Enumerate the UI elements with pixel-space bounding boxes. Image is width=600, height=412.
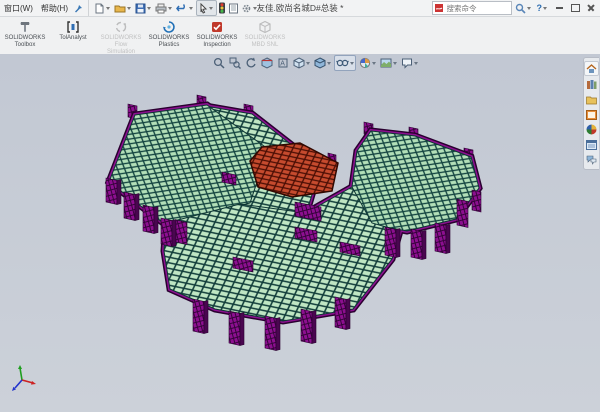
file-explorer-icon[interactable] xyxy=(585,93,598,106)
view-orientation-icon[interactable] xyxy=(292,56,311,70)
ribbon-button-plastics[interactable]: SOLIDWORKS Plastics xyxy=(146,19,192,49)
restore-button[interactable] xyxy=(568,2,582,15)
graphics-viewport[interactable]: A xyxy=(0,54,600,412)
ribbon-button-mbd-snl: SOLIDWORKS MBD SNL xyxy=(242,19,288,49)
view-settings-icon[interactable] xyxy=(400,56,419,70)
ribbon-button-tolanalyst[interactable]: TolAnalyst xyxy=(50,19,96,42)
ribbon-label: SOLIDWORKS Inspection xyxy=(197,35,238,49)
ribbon-label: SOLIDWORKS Toolbox xyxy=(5,35,46,49)
inspection-icon xyxy=(210,19,224,34)
solidworks-resources-icon[interactable] xyxy=(584,61,599,76)
menu-help[interactable]: 帮助(H) xyxy=(37,3,72,14)
ribbon-label: SOLIDWORKS Flow Simulation xyxy=(101,35,142,56)
dynamic-annotation-views-icon[interactable]: A xyxy=(276,56,290,70)
zoom-to-fit-icon[interactable] xyxy=(212,56,226,70)
title-bar: 窗口(W) 帮助(H) xyxy=(0,0,600,17)
design-library-icon[interactable] xyxy=(585,78,598,91)
task-pane-tabs xyxy=(583,57,599,170)
file-properties-icon[interactable] xyxy=(227,1,240,15)
toolbox-icon xyxy=(18,19,32,34)
plastics-icon xyxy=(162,19,176,34)
solidworks-window: 窗口(W) 帮助(H) xyxy=(0,0,600,412)
search-magnifier-icon[interactable] xyxy=(514,1,534,15)
ribbon-button-inspection[interactable]: SOLIDWORKS Inspection xyxy=(194,19,240,49)
menu-window[interactable]: 窗口(W) xyxy=(0,3,37,14)
section-view-icon[interactable] xyxy=(260,56,274,70)
ribbon-label: SOLIDWORKS Plastics xyxy=(149,35,190,49)
flow-simulation-icon xyxy=(114,19,128,34)
solidworks-forum-icon[interactable] xyxy=(585,153,598,166)
appearances-scenes-icon[interactable] xyxy=(585,123,598,136)
command-manager-ribbon: SOLIDWORKS Toolbox TolAnalyst SOLIDWORKS… xyxy=(0,17,600,56)
previous-view-icon[interactable] xyxy=(244,56,258,70)
custom-properties-icon[interactable] xyxy=(585,138,598,151)
rebuild-traffic-light-icon[interactable] xyxy=(217,1,227,15)
options-gear-icon[interactable] xyxy=(240,1,260,15)
search-input[interactable] xyxy=(445,3,507,14)
mbd-snl-icon xyxy=(258,19,272,34)
stair-core-formwork xyxy=(250,143,338,197)
pin-icon[interactable] xyxy=(72,2,84,14)
undo-icon[interactable] xyxy=(175,1,196,15)
svg-text:A: A xyxy=(280,61,285,68)
edit-appearance-icon[interactable] xyxy=(358,56,377,70)
tolanalyst-icon xyxy=(66,19,80,34)
select-cursor-icon[interactable] xyxy=(196,0,217,16)
help-button[interactable]: ? xyxy=(536,1,551,15)
solidworks-badge-icon xyxy=(435,4,443,12)
ribbon-button-toolbox[interactable]: SOLIDWORKS Toolbox xyxy=(2,19,48,49)
headsup-view-toolbar: A xyxy=(212,56,419,70)
command-search[interactable] xyxy=(432,1,512,15)
minimize-button[interactable] xyxy=(552,2,566,15)
zoom-to-area-icon[interactable] xyxy=(228,56,242,70)
display-style-icon[interactable] xyxy=(313,56,332,70)
quick-access-toolbar xyxy=(88,0,260,16)
ribbon-button-flow-simulation: SOLIDWORKS Flow Simulation xyxy=(98,19,144,56)
print-icon[interactable] xyxy=(154,1,175,15)
formwork-assembly-model[interactable] xyxy=(0,54,600,412)
view-palette-icon[interactable] xyxy=(585,108,598,121)
save-icon[interactable] xyxy=(134,1,154,15)
ribbon-label: TolAnalyst xyxy=(59,35,86,42)
titlebar-right-controls: ? xyxy=(432,1,600,15)
hide-show-items-icon[interactable] xyxy=(334,55,356,71)
open-folder-icon[interactable] xyxy=(113,1,134,15)
close-button[interactable] xyxy=(584,2,598,15)
new-document-icon[interactable] xyxy=(93,1,113,15)
reference-triad-icon xyxy=(9,364,37,394)
ribbon-label: SOLIDWORKS MBD SNL xyxy=(245,35,286,49)
apply-scene-icon[interactable] xyxy=(379,56,398,70)
